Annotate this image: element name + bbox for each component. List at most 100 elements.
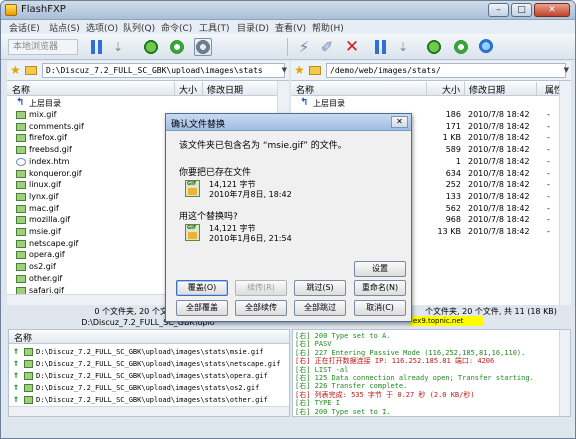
gif-file-icon — [16, 204, 26, 213]
overwrite-all-button[interactable]: 全部覆盖 — [176, 300, 228, 316]
file-date: 2010/7/8 18:42 — [468, 110, 530, 119]
parent-directory-row[interactable]: ↰ 上层目录 — [291, 97, 571, 109]
remote-queue-icon[interactable] — [425, 38, 443, 56]
file-name: comments.gif — [29, 121, 84, 131]
refresh-icon[interactable] — [168, 38, 186, 56]
menu-help[interactable]: 帮助(H) — [312, 21, 344, 34]
file-size: 13 KB — [437, 227, 461, 236]
queue-column-name[interactable]: 名称 — [14, 331, 32, 344]
file-size: 968 — [445, 215, 461, 225]
queue-item[interactable]: ↑ D:\Discuz_7.2_FULL_SC_GBK\upload\images… — [9, 382, 289, 394]
gif-file-icon — [16, 122, 26, 131]
rename-button[interactable]: 重命名(N) — [354, 280, 406, 296]
remote-vertical-scrollbar[interactable] — [559, 81, 571, 305]
gif-file-icon — [16, 228, 26, 236]
settings-button[interactable]: 设置 — [354, 261, 406, 277]
dialog-close-button[interactable]: ✕ — [391, 116, 408, 128]
toolbar-separator — [287, 38, 288, 56]
remote-status-host: ex9.topnic.net — [409, 316, 484, 326]
up-arrow-icon: ↰ — [16, 97, 25, 108]
resume-button[interactable]: 续传(R) — [235, 280, 287, 296]
close-button[interactable]: ✕ — [534, 3, 570, 17]
status-log: [右] 200 Type set to A. [右] PASV [右] 227 En… — [292, 329, 571, 417]
favorite-star-icon[interactable]: ★ — [294, 63, 305, 77]
folder-icon[interactable] — [25, 66, 37, 75]
gif-file-icon — [16, 169, 26, 178]
file-name: linux.gif — [29, 180, 61, 190]
resume-all-button[interactable]: 全部续传 — [235, 300, 287, 316]
pause-icon[interactable] — [88, 40, 106, 54]
chevron-down-icon[interactable]: ▼ — [282, 66, 287, 74]
menu-tools[interactable]: 工具(T) — [199, 21, 230, 34]
skip-button[interactable]: 跳过(S) — [294, 280, 346, 296]
disconnect-icon[interactable]: ✕ — [343, 38, 361, 56]
gif-file-icon — [16, 111, 26, 119]
column-name[interactable]: 名称 — [296, 83, 314, 96]
column-name[interactable]: 名称 — [12, 83, 30, 96]
menu-queue[interactable]: 队列(Q) — [123, 21, 155, 34]
column-size[interactable]: 大小 — [442, 83, 460, 96]
file-attributes: - — [547, 168, 550, 178]
file-size: 634 — [445, 168, 461, 178]
gif-file-icon — [16, 263, 26, 272]
transfer-queue[interactable]: 名称 ↑ D:\Discuz_7.2_FULL_SC_GBK\upload\ima… — [8, 329, 290, 417]
remote-column-header: 名称 大小 修改日期 属性 — [291, 81, 571, 96]
file-size: 171 — [445, 121, 461, 131]
gif-file-icon — [16, 274, 26, 283]
file-date: 2010/7/8 18:42 — [468, 133, 530, 143]
quick-connect-icon[interactable]: ✐ — [318, 38, 336, 56]
menu-sites[interactable]: 站点(S) — [49, 21, 80, 34]
menu-directory[interactable]: 目录(D) — [237, 21, 269, 34]
gif-file-icon — [16, 216, 26, 225]
local-path-input[interactable]: D:\Discuz_7.2_FULL_SC_GBK\upload\images\… — [42, 63, 285, 78]
upload-arrow-icon: ↑ — [13, 370, 20, 381]
favorite-star-icon[interactable]: ★ — [10, 63, 21, 77]
queue-item[interactable]: ↑ D:\Discuz_7.2_FULL_SC_GBK\upload\images… — [9, 358, 289, 370]
remote-path-input[interactable]: /demo/web/images/stats/ — [326, 63, 566, 78]
parent-directory-row[interactable]: ↰ 上层目录 — [7, 97, 289, 109]
menu-view[interactable]: 查看(V) — [275, 21, 306, 34]
menu-options[interactable]: 选项(O) — [86, 21, 118, 34]
menu-commands[interactable]: 命令(C) — [161, 21, 192, 34]
remote-transfer-icon[interactable]: ⇣ — [394, 38, 412, 56]
cancel-button[interactable]: 取消(C) — [354, 300, 406, 316]
folder-icon[interactable] — [309, 66, 321, 75]
overwrite-button[interactable]: 覆盖(O) — [176, 280, 228, 296]
remote-path-text: /demo/web/images/stats/ — [330, 66, 441, 75]
maximize-button[interactable]: □ — [511, 3, 532, 17]
log-vertical-scrollbar[interactable] — [559, 330, 570, 416]
minimize-button[interactable]: – — [488, 3, 509, 17]
file-date: 2010/7/8 18:42 — [468, 121, 530, 131]
file-attributes: - — [547, 121, 550, 131]
chevron-down-icon[interactable]: ▼ — [564, 66, 569, 74]
queue-item[interactable]: ↑ D:\Discuz_7.2_FULL_SC_GBK\upload\images… — [9, 370, 289, 382]
transfer-down-icon[interactable]: ⇣ — [109, 38, 127, 56]
queue-item[interactable]: ↑ D:\Discuz_7.2_FULL_SC_GBK\upload\images… — [9, 346, 289, 358]
queue-item[interactable]: ↑ D:\Discuz_7.2_FULL_SC_GBK\upload\images… — [9, 394, 289, 406]
site-manager-icon[interactable] — [477, 38, 495, 56]
flashfxp-logo-icon — [5, 4, 17, 16]
connect-icon[interactable]: ⚡ — [295, 38, 313, 56]
file-attributes: - — [547, 133, 550, 143]
gif-file-icon — [185, 224, 200, 241]
local-tools-icon[interactable] — [194, 38, 212, 56]
replace-question: 用这个替换吗? — [179, 212, 238, 222]
file-date: 2010/7/8 18:42 — [468, 191, 530, 201]
file-attributes: - — [547, 215, 550, 225]
remote-pause-icon[interactable] — [372, 40, 390, 54]
menu-session[interactable]: 会话(E) — [9, 21, 40, 34]
queue-horizontal-scrollbar[interactable] — [9, 406, 289, 416]
column-size[interactable]: 大小 — [179, 83, 197, 96]
file-name: freebsd.gif — [29, 145, 72, 155]
log-line: [右] 200 Type set to I. — [295, 407, 391, 416]
column-date[interactable]: 修改日期 — [207, 83, 243, 96]
file-name: netscape.gif — [29, 238, 79, 248]
confirm-file-replace-dialog: 确认文件替换 ✕ 该文件夹已包含名为 “msie.gif” 的文件。 你要把已存… — [165, 113, 412, 322]
local-browser-button[interactable]: 本地浏览器 — [8, 39, 78, 55]
column-date[interactable]: 修改日期 — [469, 83, 505, 96]
remote-refresh-icon[interactable] — [452, 38, 470, 56]
maximize-icon: □ — [517, 5, 526, 15]
html-file-icon — [16, 157, 26, 166]
skip-all-button[interactable]: 全部跳过 — [294, 300, 346, 316]
queue-icon[interactable] — [142, 38, 160, 56]
